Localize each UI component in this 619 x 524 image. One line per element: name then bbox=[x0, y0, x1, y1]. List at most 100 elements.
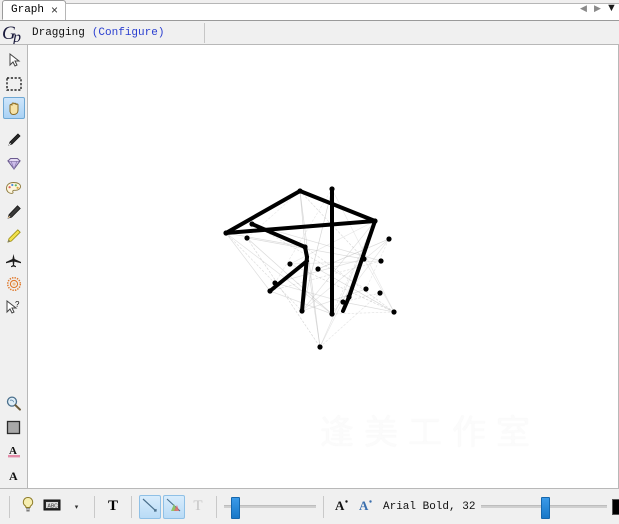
svg-text:A: A bbox=[9, 469, 18, 483]
letter-a-icon: A bbox=[6, 467, 22, 483]
bottom-toolbar: ABC ▾ T T A A Arial Bold, 32 bbox=[0, 488, 619, 524]
graph-node[interactable] bbox=[391, 309, 397, 315]
graph-visualization[interactable] bbox=[28, 45, 618, 485]
outlined-t-icon: T bbox=[193, 498, 203, 514]
statusbar-separator-2 bbox=[131, 495, 132, 518]
mode-bar-separator bbox=[204, 23, 205, 43]
gear-tool[interactable] bbox=[3, 273, 25, 295]
next-tab-icon[interactable]: ▶ bbox=[592, 2, 603, 14]
graph-editor-window: Graph × ◀ ▶ ▼ G p Dragging (Configure) ?… bbox=[0, 0, 619, 524]
pen-tool[interactable] bbox=[3, 129, 25, 151]
node-size-slider[interactable] bbox=[224, 496, 316, 519]
graph-node[interactable] bbox=[386, 236, 392, 242]
letter-a-underline-icon: A bbox=[6, 443, 22, 459]
graph-node[interactable] bbox=[329, 186, 335, 192]
help-pointer-tool[interactable]: ? bbox=[3, 297, 25, 319]
graph-node[interactable] bbox=[372, 218, 378, 224]
svg-text:p: p bbox=[12, 29, 21, 44]
font-increase-icon: A bbox=[358, 497, 374, 516]
mode-label: Dragging bbox=[32, 26, 85, 39]
tab-graph[interactable]: Graph × bbox=[2, 0, 67, 20]
graph-node[interactable] bbox=[329, 311, 335, 317]
magnifier-icon bbox=[5, 395, 22, 412]
svg-text:A: A bbox=[359, 498, 369, 513]
graph-canvas[interactable]: 逢美工作室 bbox=[28, 45, 619, 488]
dashed-rectangle-icon bbox=[5, 77, 22, 91]
editor-body: ? A A 逢美工作室 bbox=[0, 45, 619, 488]
lightbulb-button[interactable] bbox=[17, 495, 39, 519]
diagonal-line-icon bbox=[141, 497, 159, 516]
graph-node[interactable] bbox=[315, 266, 321, 272]
app-logo-icon: G p bbox=[0, 21, 30, 45]
arrow-cursor-icon bbox=[6, 52, 22, 68]
svg-text:?: ? bbox=[15, 300, 20, 309]
zoom-tool[interactable] bbox=[3, 392, 25, 414]
pen-icon bbox=[6, 132, 22, 148]
bold-text-button[interactable]: T bbox=[102, 495, 124, 519]
text-color-tool[interactable]: A bbox=[3, 440, 25, 462]
graph-node[interactable] bbox=[267, 288, 273, 294]
help-cursor-icon: ? bbox=[5, 300, 23, 316]
pencil-tool[interactable] bbox=[3, 201, 25, 223]
pencil-icon bbox=[6, 204, 22, 220]
tab-strip-filler bbox=[65, 3, 619, 20]
airplane-icon bbox=[5, 253, 22, 268]
statusbar-separator-1 bbox=[94, 495, 95, 518]
graph-node[interactable] bbox=[346, 294, 352, 300]
svg-text:A: A bbox=[335, 498, 345, 513]
airplane-tool[interactable] bbox=[3, 249, 25, 271]
prev-tab-icon[interactable]: ◀ bbox=[578, 2, 589, 14]
gem-tool[interactable] bbox=[3, 153, 25, 175]
tab-list-chevron-down-icon[interactable]: ▼ bbox=[606, 2, 617, 14]
gray-square-icon bbox=[6, 420, 21, 435]
statusbar-separator-3 bbox=[216, 495, 217, 518]
mode-bar: G p Dragging (Configure) bbox=[0, 21, 619, 45]
fill-color-swatch[interactable] bbox=[3, 416, 25, 438]
diamond-gem-icon bbox=[6, 157, 22, 171]
graph-node[interactable] bbox=[378, 258, 384, 264]
tab-bar: Graph × ◀ ▶ ▼ bbox=[0, 0, 619, 21]
graph-node[interactable] bbox=[287, 261, 293, 267]
decrease-font-button[interactable]: A bbox=[331, 495, 353, 519]
highlighter-icon bbox=[6, 228, 22, 244]
image-dropdown-button[interactable]: ▾ bbox=[65, 495, 87, 519]
gear-sun-icon bbox=[6, 276, 22, 292]
increase-font-button[interactable]: A bbox=[355, 495, 377, 519]
graph-node[interactable] bbox=[299, 308, 305, 314]
bold-t-icon: T bbox=[107, 498, 118, 514]
node-size-slider-knob[interactable] bbox=[231, 496, 240, 519]
graph-node[interactable] bbox=[244, 235, 250, 241]
graph-node[interactable] bbox=[223, 230, 229, 236]
close-icon[interactable]: × bbox=[50, 4, 59, 16]
image-icon: ABC bbox=[43, 498, 61, 515]
image-button[interactable]: ABC bbox=[41, 495, 63, 519]
highlighter-tool[interactable] bbox=[3, 225, 25, 247]
graph-node[interactable] bbox=[363, 286, 369, 292]
hand-pan-tool[interactable] bbox=[2, 97, 25, 119]
text-tool[interactable]: A bbox=[3, 464, 25, 486]
left-toolbar: ? A A bbox=[0, 45, 28, 488]
color-swatch-button[interactable] bbox=[609, 495, 619, 519]
lightbulb-icon bbox=[20, 496, 36, 517]
font-size-slider-knob[interactable] bbox=[541, 496, 551, 519]
graph-node[interactable] bbox=[272, 280, 278, 286]
palette-tool[interactable] bbox=[3, 177, 25, 199]
graph-node[interactable] bbox=[361, 256, 367, 262]
graph-node[interactable] bbox=[249, 221, 255, 227]
select-arrow-tool[interactable] bbox=[3, 49, 25, 71]
font-size-slider[interactable] bbox=[481, 496, 608, 519]
graph-node[interactable] bbox=[302, 244, 308, 250]
graph-node[interactable] bbox=[317, 344, 323, 350]
edge-style-button-2[interactable] bbox=[163, 494, 185, 519]
statusbar-separator-0 bbox=[9, 495, 10, 518]
hand-icon bbox=[6, 100, 22, 116]
marquee-select-tool[interactable] bbox=[3, 73, 25, 95]
edge-style-button-1[interactable] bbox=[139, 494, 161, 519]
black-color-swatch-icon bbox=[612, 498, 619, 515]
statusbar-separator-4 bbox=[323, 495, 324, 518]
graph-node[interactable] bbox=[377, 290, 383, 296]
text-label-button[interactable]: T bbox=[187, 495, 209, 519]
graph-node[interactable] bbox=[340, 299, 346, 305]
graph-node[interactable] bbox=[297, 188, 303, 194]
configure-link[interactable]: (Configure) bbox=[92, 27, 165, 39]
